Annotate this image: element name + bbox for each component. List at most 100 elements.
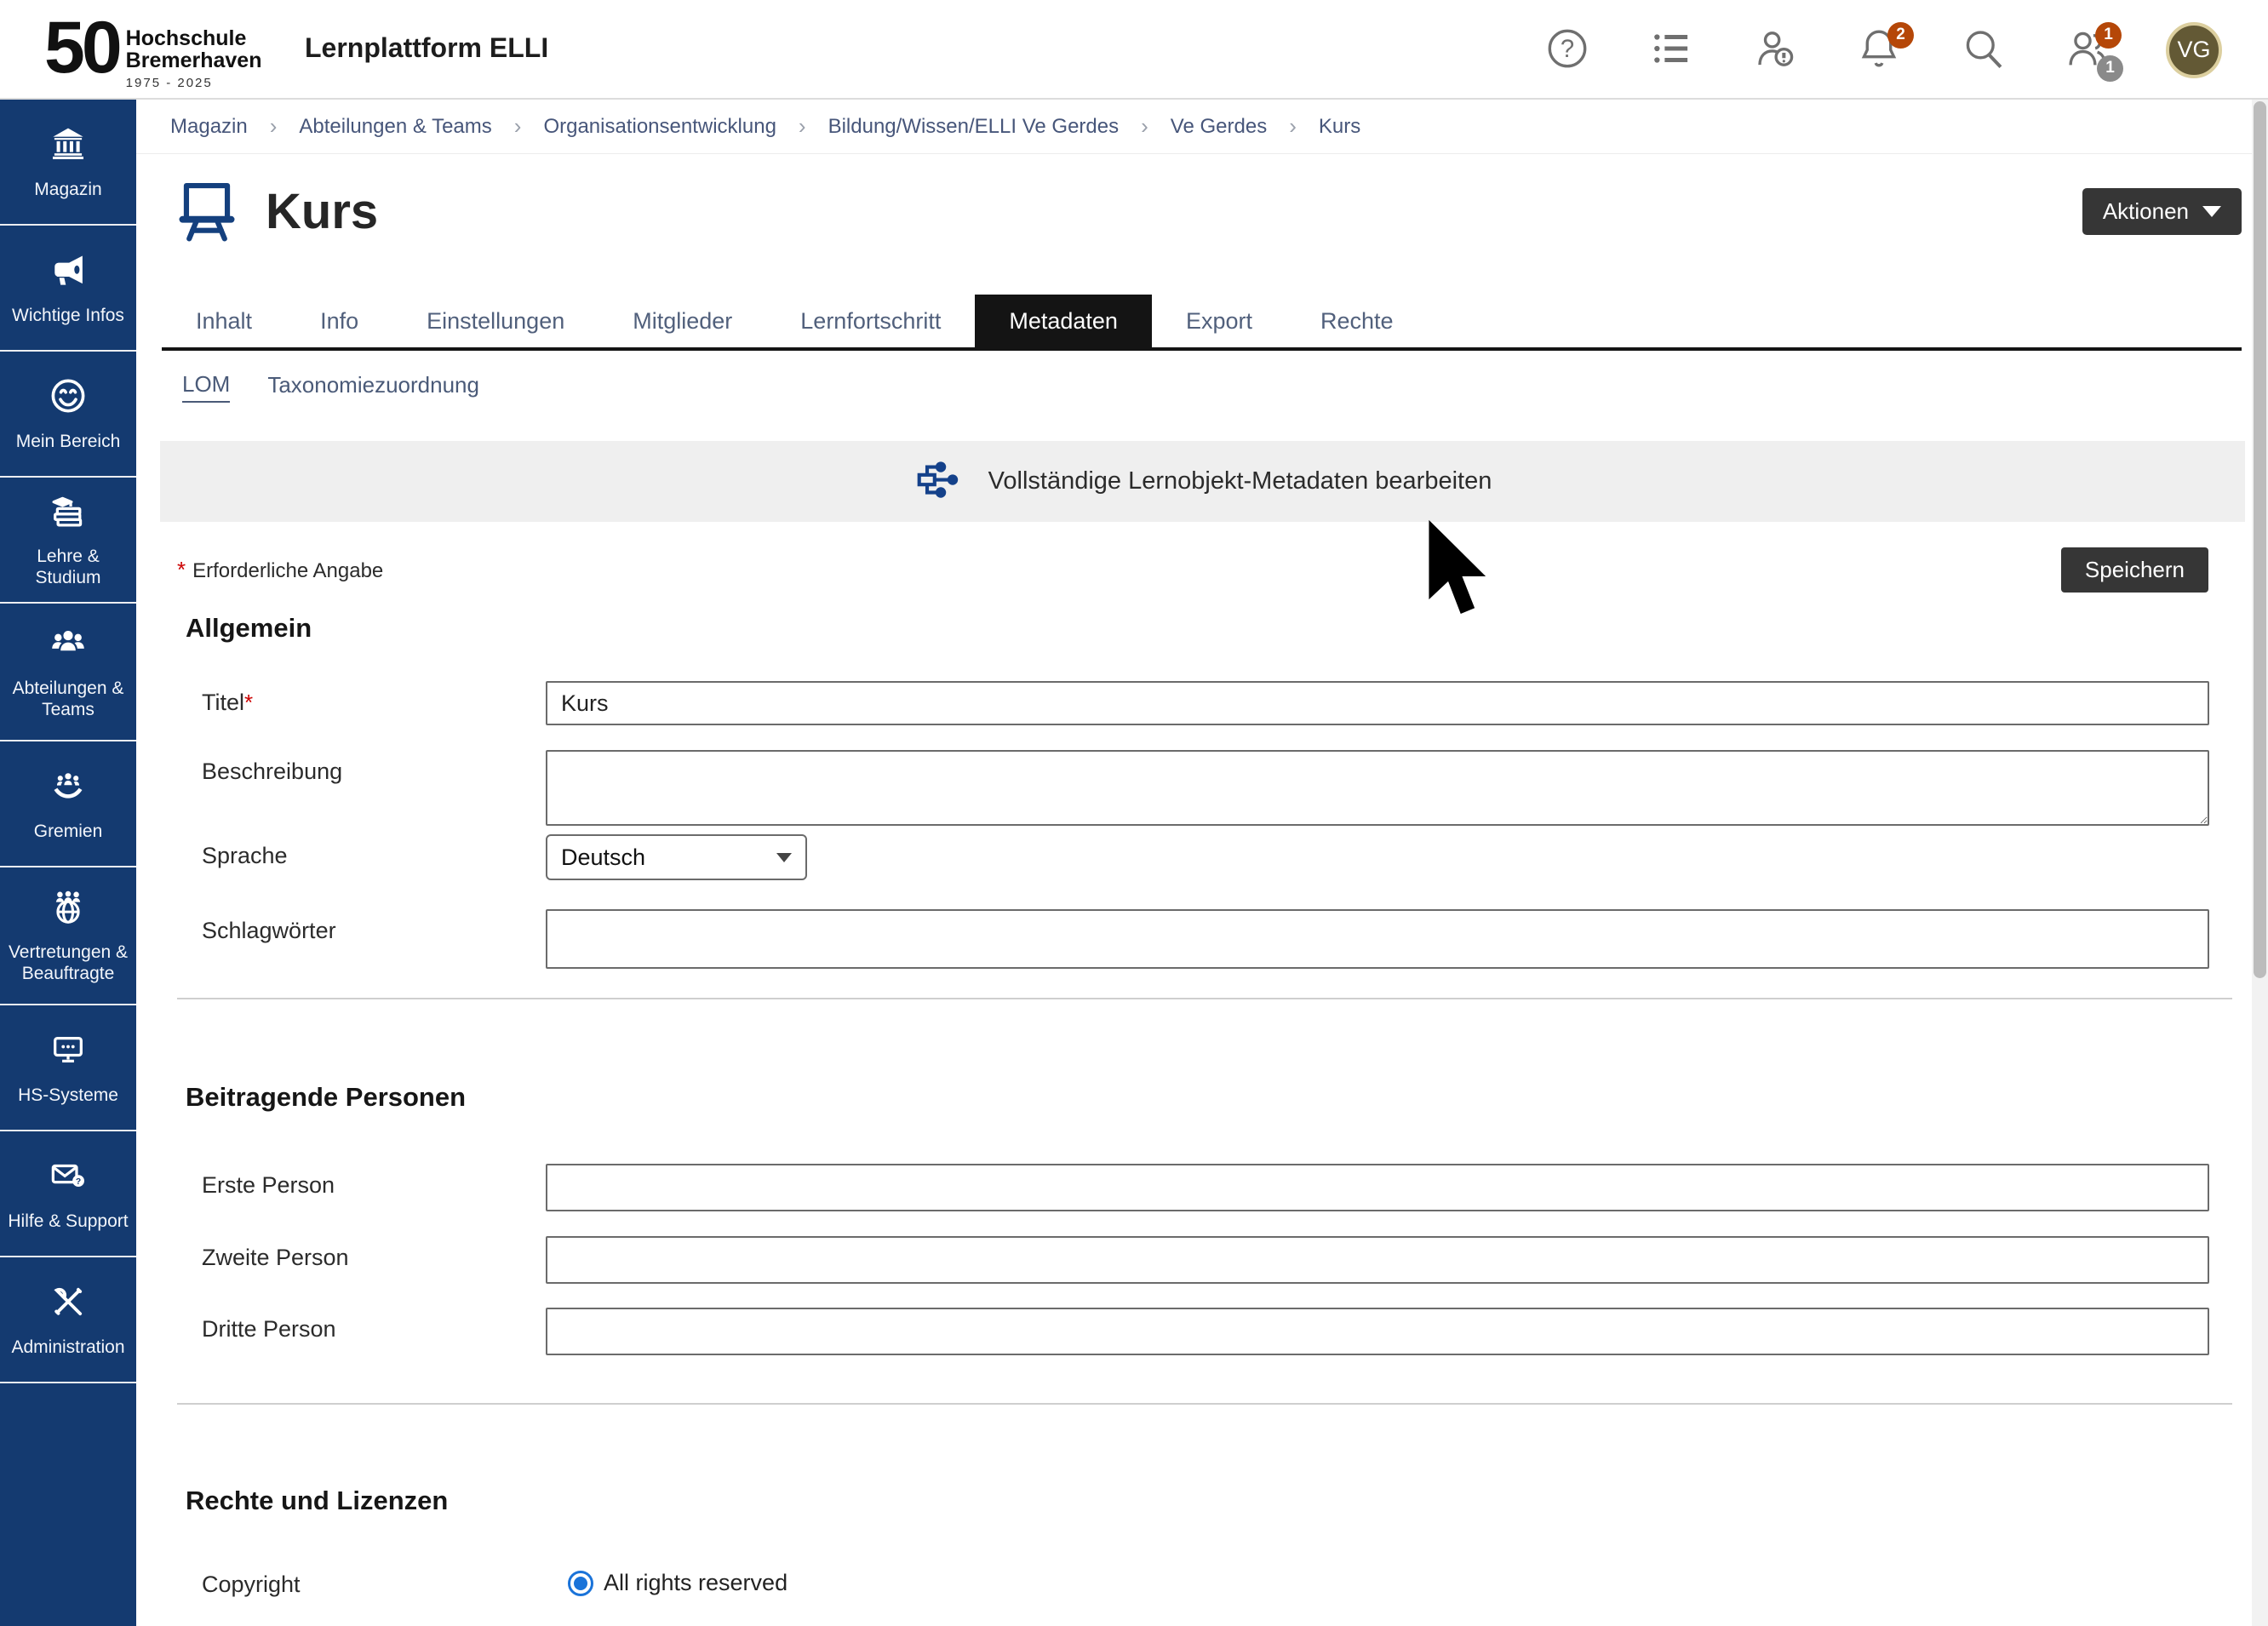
sidebar-item-hilfe-support[interactable]: ? Hilfe & Support	[0, 1131, 136, 1257]
sidebar-item-vertretungen-beauftragte[interactable]: Vertretungen & Beauftragte	[0, 867, 136, 1005]
tab-metadaten[interactable]: Metadaten	[975, 295, 1152, 347]
dritte-person-label: Dritte Person	[202, 1308, 546, 1343]
metadata-hub-icon	[914, 453, 966, 510]
sidebar-item-hs-systeme[interactable]: HS-Systeme	[0, 1005, 136, 1131]
section-heading-beitragende-personen: Beitragende Personen	[186, 1082, 2252, 1113]
required-note: *Erforderliche Angabe	[177, 557, 383, 583]
vertical-scrollbar-track[interactable]	[2252, 100, 2268, 1626]
sidebar-item-gremien[interactable]: Gremien	[0, 741, 136, 867]
sidebar-item-label: Vertretungen & Beauftragte	[3, 942, 134, 984]
search-button[interactable]	[1958, 26, 2007, 75]
subtab-bar: LOM Taxonomiezuordnung	[182, 371, 2252, 402]
form-toolbar: *Erforderliche Angabe Speichern	[136, 547, 2252, 593]
zweite-person-label: Zweite Person	[202, 1236, 546, 1271]
zweite-person-input[interactable]	[546, 1236, 2209, 1284]
hochschule-bremerhaven-logo[interactable]: 50 Hochschule Bremerhaven 1975 - 2025	[44, 7, 261, 90]
course-easel-icon	[174, 176, 240, 247]
tab-einstellungen[interactable]: Einstellungen	[392, 295, 598, 347]
top-header: 50 Hochschule Bremerhaven 1975 - 2025 Le…	[0, 0, 2268, 100]
chevron-down-icon	[776, 853, 792, 862]
sprache-select[interactable]: Deutsch	[546, 834, 807, 880]
app-title: Lernplattform ELLI	[305, 32, 548, 64]
tab-rechte[interactable]: Rechte	[1286, 295, 1428, 347]
sprache-label: Sprache	[202, 834, 546, 869]
breadcrumb-organisationsentwicklung[interactable]: Organisationsentwicklung	[543, 115, 776, 139]
copyright-radio-option: All rights reserved	[568, 1563, 2209, 1596]
svg-text:?: ?	[1561, 36, 1574, 63]
form-row-beschreibung: Beschreibung	[136, 750, 2252, 830]
breadcrumb-magazin[interactable]: Magazin	[170, 115, 248, 139]
tab-info[interactable]: Info	[286, 295, 392, 347]
breadcrumb-separator: ›	[514, 113, 522, 140]
awaited-actions-button[interactable]	[1750, 26, 1800, 75]
section-heading-allgemein: Allgemein	[186, 613, 2252, 644]
breadcrumb: Magazin › Abteilungen & Teams › Organisati…	[136, 100, 2252, 154]
sidebar-item-label: Administration	[11, 1337, 124, 1358]
copyright-radio-selected[interactable]	[568, 1571, 593, 1596]
actions-button[interactable]: Aktionen	[2082, 188, 2242, 235]
copyright-option-label: All rights reserved	[604, 1570, 788, 1596]
breadcrumb-separator: ›	[799, 113, 806, 140]
user-avatar[interactable]: VG	[2166, 22, 2222, 78]
edit-full-metadata-link[interactable]: Vollständige Lernobjekt-Metadaten bearbe…	[160, 441, 2245, 522]
contacts-badge-bottom: 1	[2097, 55, 2123, 82]
sidebar-item-mein-bereich[interactable]: Mein Bereich	[0, 352, 136, 478]
section-divider	[177, 1403, 2232, 1405]
subtab-taxonomiezuordnung[interactable]: Taxonomiezuordnung	[267, 372, 479, 402]
breadcrumb-separator: ›	[270, 113, 278, 140]
tab-inhalt[interactable]: Inhalt	[162, 295, 286, 347]
actions-button-label: Aktionen	[2103, 198, 2189, 225]
beschreibung-textarea[interactable]	[546, 750, 2209, 826]
tab-export[interactable]: Export	[1152, 295, 1286, 347]
contacts-button[interactable]: 1 1	[2062, 26, 2111, 75]
erste-person-input[interactable]	[546, 1164, 2209, 1211]
sidebar-item-label: Gremien	[34, 821, 103, 842]
sidebar-item-wichtige-infos[interactable]: Wichtige Infos	[0, 226, 136, 352]
main-sidebar: Magazin Wichtige Infos Mein Bereich Lehr…	[0, 100, 136, 1626]
sprache-selected-value: Deutsch	[561, 844, 776, 871]
monitor-icon	[49, 1030, 88, 1074]
sidebar-item-administration[interactable]: Administration	[0, 1257, 136, 1383]
section-heading-rechte-lizenzen: Rechte und Lizenzen	[186, 1486, 2252, 1516]
notifications-button[interactable]: 2	[1854, 26, 1904, 75]
bank-icon	[49, 124, 88, 168]
books-gradcap-icon	[49, 491, 88, 535]
sidebar-item-label: Hilfe & Support	[8, 1211, 128, 1232]
page-title: Kurs	[266, 183, 378, 240]
sidebar-item-lehre-studium[interactable]: Lehre & Studium	[0, 478, 136, 604]
form-row-sprache: Sprache Deutsch	[136, 834, 2252, 880]
page-title-row: Kurs Aktionen	[136, 176, 2252, 247]
sidebar-item-magazin[interactable]: Magazin	[0, 100, 136, 226]
breadcrumb-bildung-wissen[interactable]: Bildung/Wissen/ELLI Ve Gerdes	[828, 115, 1120, 139]
tab-bar: Inhalt Info Einstellungen Mitglieder Ler…	[162, 295, 2242, 351]
chevron-down-icon	[2202, 206, 2221, 217]
smiley-icon	[49, 376, 88, 420]
form-row-dritte-person: Dritte Person	[136, 1308, 2252, 1355]
breadcrumb-ve-gerdes[interactable]: Ve Gerdes	[1171, 115, 1267, 139]
dritte-person-input[interactable]	[546, 1308, 2209, 1355]
sidebar-item-label: Lehre & Studium	[3, 546, 134, 588]
subtab-lom[interactable]: LOM	[182, 371, 230, 403]
section-divider	[177, 998, 2232, 999]
search-icon	[1960, 26, 2006, 74]
todo-list-button[interactable]	[1647, 26, 1696, 75]
titel-label: Titel*	[202, 681, 546, 716]
tab-mitglieder[interactable]: Mitglieder	[598, 295, 766, 347]
titel-input[interactable]	[546, 681, 2209, 725]
schlagwoerter-input[interactable]	[546, 909, 2209, 969]
form-row-erste-person: Erste Person	[136, 1164, 2252, 1211]
breadcrumb-kurs[interactable]: Kurs	[1319, 115, 1360, 139]
sidebar-item-abteilungen-teams[interactable]: Abteilungen & Teams	[0, 604, 136, 741]
hand-people-icon	[49, 766, 88, 810]
logo-text: Hochschule Bremerhaven 1975 - 2025	[126, 27, 262, 90]
breadcrumb-abteilungen-teams[interactable]: Abteilungen & Teams	[299, 115, 491, 139]
vertical-scrollbar-thumb[interactable]	[2254, 101, 2266, 978]
megaphone-icon	[49, 250, 88, 294]
globe-people-icon	[49, 887, 88, 930]
help-button[interactable]: ?	[1543, 26, 1592, 75]
copyright-label: Copyright	[202, 1563, 546, 1598]
tab-lernfortschritt[interactable]: Lernfortschritt	[766, 295, 975, 347]
form-row-schlagwoerter: Schlagwörter	[136, 909, 2252, 969]
logo-years: 1975 - 2025	[126, 76, 262, 90]
save-button[interactable]: Speichern	[2061, 547, 2208, 593]
